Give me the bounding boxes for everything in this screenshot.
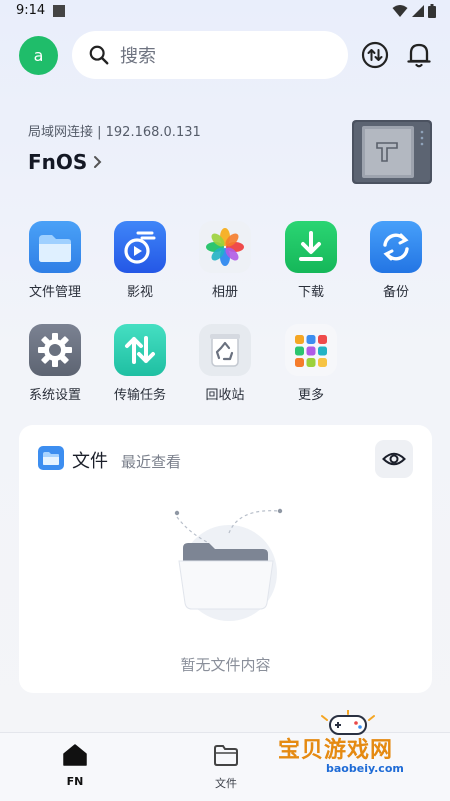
app-system-settings[interactable]: 系统设置	[17, 324, 93, 403]
watermark-logo: 宝贝游戏网 baobeiy.com	[268, 708, 443, 788]
nas-device-image	[350, 118, 434, 186]
app-label: 备份	[382, 285, 409, 300]
home-icon	[63, 744, 87, 766]
tab-label: 文件	[215, 777, 237, 790]
avatar[interactable]: a	[19, 36, 58, 75]
card-title: 文件	[72, 451, 108, 472]
app-label: 影视	[126, 285, 153, 300]
search-input[interactable]: 搜索	[72, 31, 348, 79]
chevron-right-icon	[94, 156, 102, 168]
recycle-bin-icon	[199, 324, 251, 376]
eye-icon	[382, 452, 406, 466]
more-apps-icon	[285, 324, 337, 376]
app-more[interactable]: 更多	[273, 324, 349, 403]
status-bar: 9:14	[0, 0, 450, 24]
notification-icon	[53, 5, 65, 17]
empty-folder-illustration	[174, 508, 283, 621]
empty-state-text: 暂无文件内容	[180, 656, 271, 674]
app-label: 系统设置	[28, 388, 81, 403]
download-icon	[285, 221, 337, 273]
signal-icon	[412, 5, 424, 17]
app-label: 回收站	[205, 388, 245, 403]
wifi-icon	[392, 5, 408, 17]
visibility-toggle-button[interactable]	[375, 440, 413, 478]
bell-icon	[407, 43, 431, 68]
transfer-icon	[361, 41, 389, 69]
status-icons	[392, 4, 436, 18]
battery-icon	[428, 4, 436, 18]
nas-device-icon	[352, 120, 432, 184]
app-label: 传输任务	[113, 388, 166, 403]
watermark-text: 宝贝游戏网	[278, 738, 394, 763]
backup-icon	[370, 221, 422, 273]
search-placeholder: 搜索	[120, 46, 156, 67]
card-subtitle: 最近查看	[121, 453, 182, 471]
settings-gear-icon	[29, 324, 81, 376]
folder-icon	[29, 221, 81, 273]
notifications-button[interactable]	[402, 38, 436, 72]
app-label: 更多	[297, 388, 324, 403]
tab-fn[interactable]: FN	[35, 743, 115, 788]
transfer-button[interactable]	[358, 38, 392, 72]
app-photos[interactable]: 相册	[187, 221, 263, 300]
status-time: 9:14	[16, 3, 46, 18]
lan-connection-info: 局域网连接 | 192.168.0.131	[28, 125, 201, 140]
app-backup[interactable]: 备份	[358, 221, 434, 300]
app-video[interactable]: 影视	[102, 221, 178, 300]
avatar-letter: a	[33, 46, 44, 65]
app-file-manager[interactable]: 文件管理	[17, 221, 93, 300]
transfer-tasks-icon	[114, 324, 166, 376]
device-name-link[interactable]: FnOS	[28, 150, 103, 174]
app-label: 相册	[211, 285, 238, 300]
photos-icon	[199, 221, 251, 273]
app-label: 下载	[297, 285, 324, 300]
tab-label: FN	[66, 775, 84, 788]
folder-outline-icon	[214, 745, 238, 766]
app-download[interactable]: 下载	[273, 221, 349, 300]
search-icon	[89, 45, 109, 65]
top-bar: a 搜索	[0, 30, 450, 80]
device-name: FnOS	[28, 150, 88, 174]
watermark-url: baobeiy.com	[326, 762, 404, 775]
app-label: 文件管理	[28, 285, 81, 300]
recent-files-card: 文件 最近查看 暂无文件内容	[19, 425, 432, 693]
video-icon	[114, 221, 166, 273]
app-recycle-bin[interactable]: 回收站	[187, 324, 263, 403]
tab-files[interactable]: 文件	[186, 743, 266, 791]
app-transfer-tasks[interactable]: 传输任务	[102, 324, 178, 403]
folder-icon	[38, 446, 64, 470]
